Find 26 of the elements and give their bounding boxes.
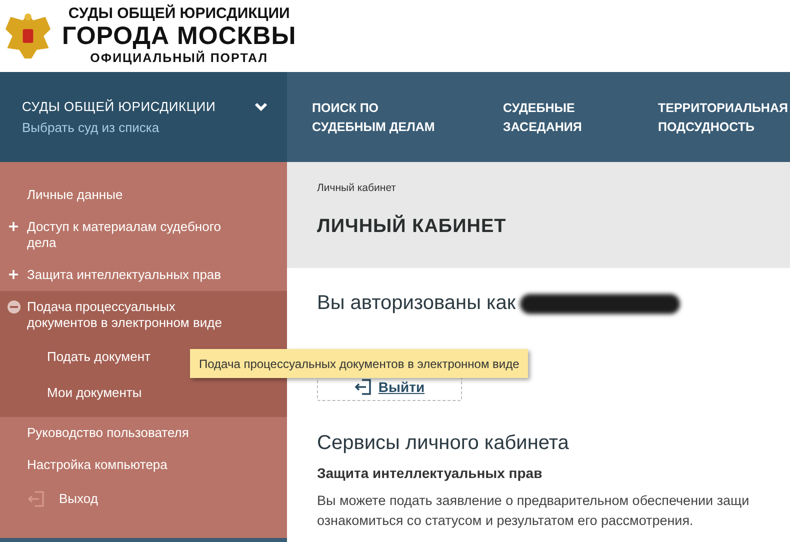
sidebar-item[interactable]: Защита интеллектуальных прав [0,259,287,291]
sidebar-subitem[interactable]: Мои документы [0,375,287,411]
page-title: ЛИЧНЫЙ КАБИНЕТ [317,216,508,238]
breadcrumb[interactable]: Личный кабинет [317,182,396,194]
exit-icon [354,379,372,395]
logout-link[interactable]: Выход [0,483,287,515]
nav-link[interactable]: ПОИСК ПО СУДЕБНЫМ ДЕЛАМ [312,99,503,162]
portal-title: СУДЫ ОБЩЕЙ ЮРИСДИКЦИИ [68,5,290,23]
sidebar-item[interactable]: Подача процессуальных документов в электронном виде [0,291,287,339]
exit-icon [27,491,45,507]
authorized-text: Вы авторизованы как [317,292,516,315]
subsection-heading: Защита интеллектуальных прав [317,465,544,481]
tooltip: Подача процессуальных документов в электронном виде [190,349,528,378]
portal-title: ОФИЦИАЛЬНЫЙ ПОРТАЛ [90,50,268,67]
section-heading: Сервисы личного кабинета [317,432,570,455]
description-text: Вы можете подать заявление о предварительном обеспечении защи ознакомиться со статусом и результатом его рассмотрения. [317,492,750,530]
nav-link[interactable]: СУДЕБНЫЕ ЗАСЕДАНИЯ [503,99,658,162]
select-court-link[interactable]: Выбрать суд из списка [22,120,160,135]
nav-link[interactable]: ТЕРРИТОРИАЛЬНАЯ ПОДСУДНОСТЬ [658,99,788,162]
sidebar-item[interactable]: Личные данные [0,179,287,211]
court-selector[interactable]: СУДЫ ОБЩЕЙ ЮРИСДИКЦИИ Выбрать суд из списка [0,72,287,162]
portal-title: ГОРОДА МОСКВЫ [62,23,296,49]
chevron-down-icon [254,102,268,112]
sidebar-item[interactable]: Настройка компьютера [0,449,287,481]
sidebar-item[interactable]: Доступ к материалам судебного дела [0,211,287,259]
sidebar-item[interactable]: Руководство пользователя [0,417,287,449]
